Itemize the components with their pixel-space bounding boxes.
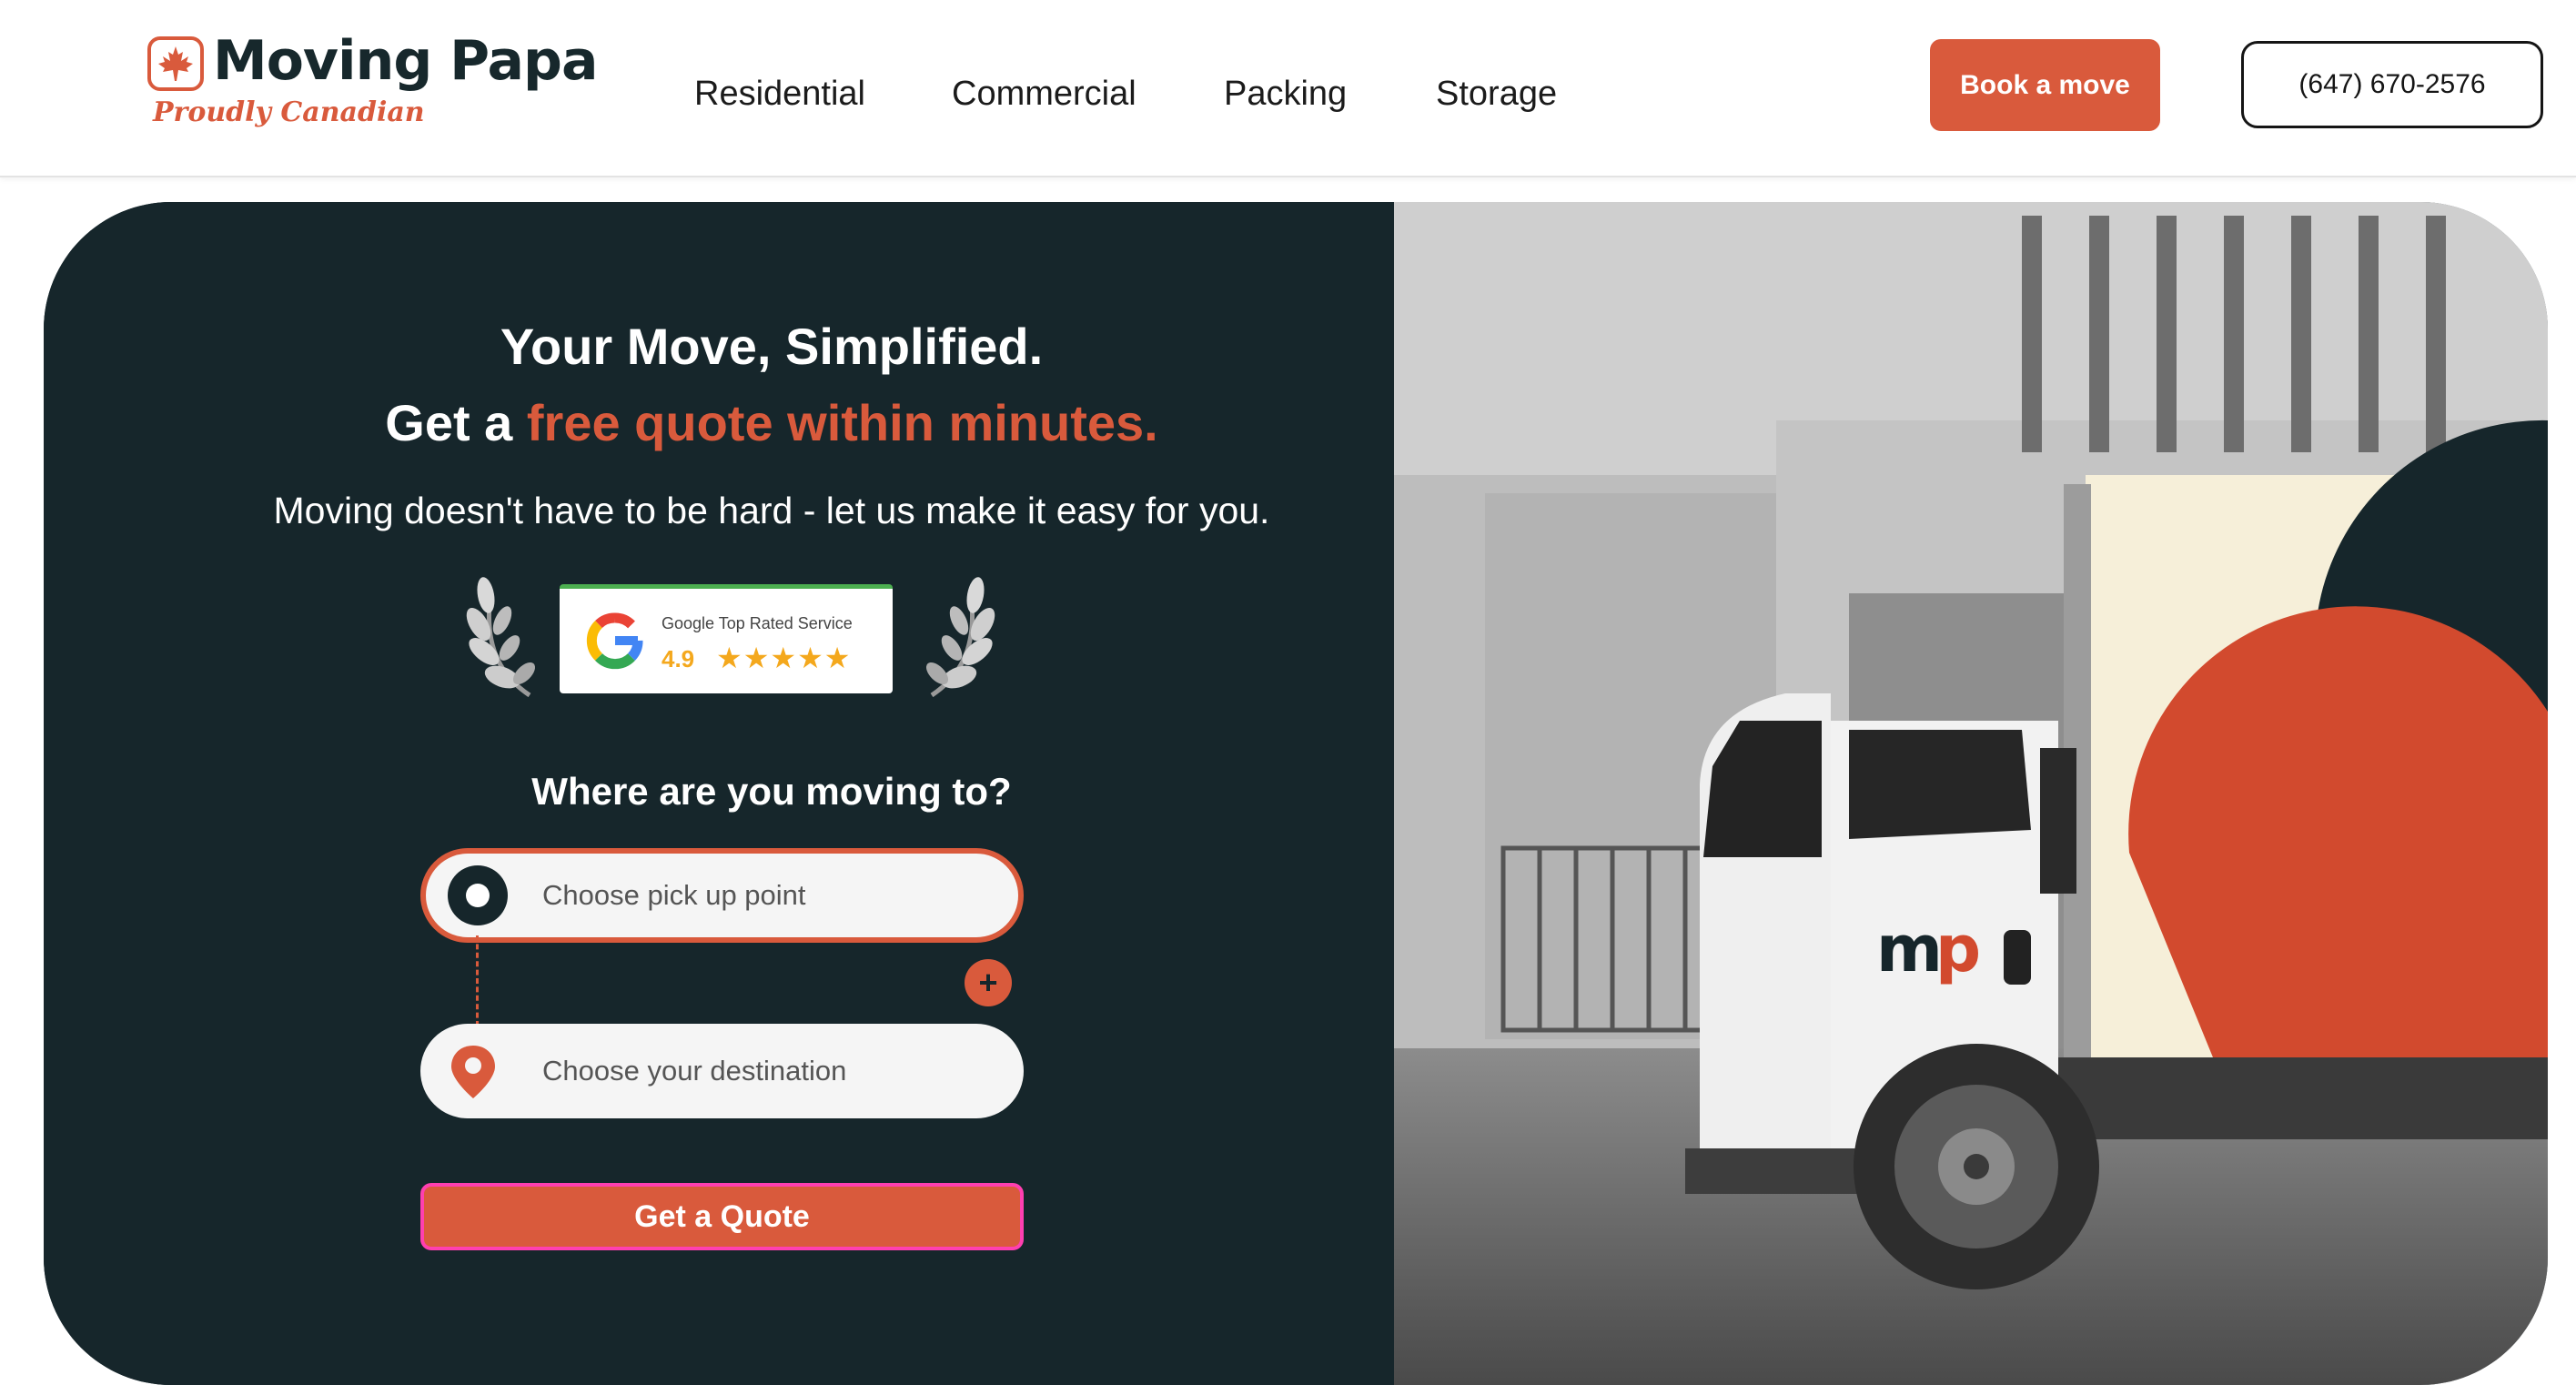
- headline-prefix: Get a: [385, 394, 527, 451]
- maple-leaf-icon: [147, 36, 204, 91]
- destination-placeholder: Choose your destination: [542, 1055, 847, 1087]
- hero-headline: Your Move, Simplified.: [500, 318, 1044, 375]
- destination-input[interactable]: Choose your destination: [420, 1024, 1024, 1118]
- svg-text:m: m: [1876, 912, 1943, 986]
- hero-headline-offer: Get a free quote within minutes.: [44, 393, 1500, 452]
- pickup-placeholder: Choose pick up point: [542, 879, 806, 911]
- google-badge-title: Google Top Rated Service: [662, 614, 853, 632]
- route-connector: [476, 935, 479, 1026]
- site-logo[interactable]: Moving Papa Proudly Canadian: [147, 29, 598, 141]
- svg-text:p: p: [1935, 912, 1981, 986]
- headline-accent: free quote within minutes.: [526, 394, 1158, 451]
- nav-packing[interactable]: Packing: [1224, 75, 1347, 114]
- location-pin-icon: [451, 1046, 495, 1098]
- laurel-right-icon: [925, 577, 995, 698]
- pickup-input[interactable]: Choose pick up point: [420, 848, 1024, 943]
- star-rating-icon: ★★★★★: [716, 642, 852, 674]
- site-header: Moving Papa Proudly Canadian Residential…: [0, 0, 2576, 177]
- google-logo-icon: [586, 612, 643, 670]
- logo-tagline: Proudly Canadian: [153, 96, 425, 128]
- google-rating-badge[interactable]: Google Top Rated Service 4.9 ★★★★★: [560, 584, 893, 693]
- nav-residential[interactable]: Residential: [694, 75, 865, 114]
- add-stop-button[interactable]: +: [965, 959, 1012, 1006]
- get-quote-button[interactable]: Get a Quote: [420, 1183, 1024, 1250]
- laurel-left-icon: [466, 577, 536, 698]
- nav-commercial[interactable]: Commercial: [952, 75, 1136, 114]
- google-rating-value: 4.9: [662, 645, 695, 672]
- moving-truck-photo: m p: [1394, 202, 2548, 1385]
- moving-question: Where are you moving to?: [531, 770, 1012, 813]
- phone-button[interactable]: (647) 670-2576: [2241, 41, 2543, 128]
- logo-wordmark: Moving Papa: [213, 29, 598, 93]
- hero-subheadline: Moving doesn't have to be hard - let us …: [273, 490, 1270, 531]
- quote-panel: Your Move, Simplified. Get a free quote …: [44, 202, 1394, 1385]
- hero-section: Your Move, Simplified. Get a free quote …: [44, 202, 2548, 1385]
- origin-dot-icon: [448, 865, 508, 925]
- book-move-button[interactable]: Book a move: [1930, 39, 2160, 131]
- nav-storage[interactable]: Storage: [1436, 75, 1557, 114]
